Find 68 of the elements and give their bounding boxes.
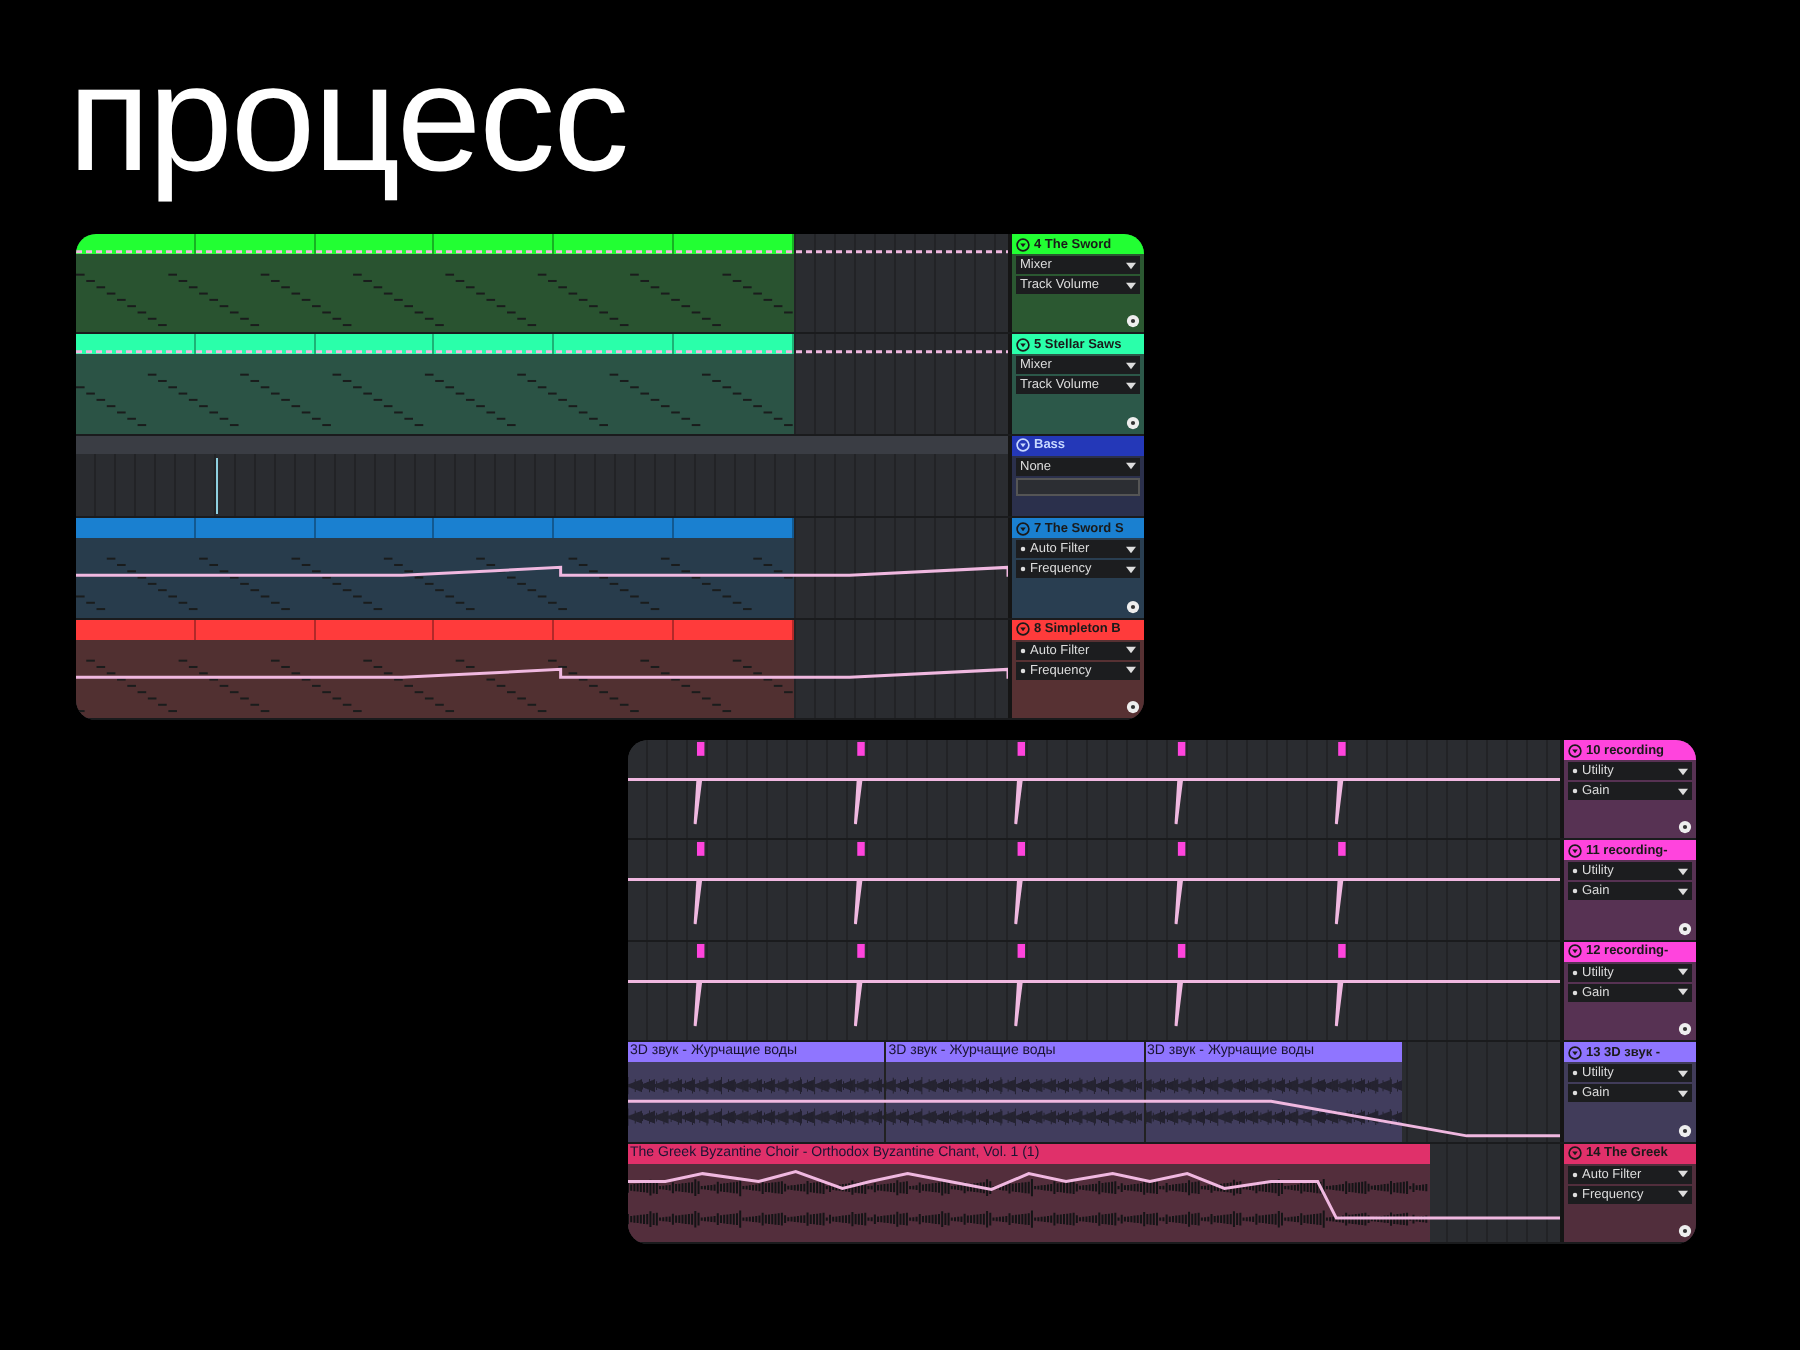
caret-icon <box>1126 462 1136 471</box>
caret-icon <box>1678 1170 1688 1179</box>
caret-icon <box>1678 988 1688 997</box>
clip-bar[interactable] <box>673 518 794 539</box>
clip-bar[interactable] <box>434 518 555 539</box>
expand-icon[interactable] <box>1126 314 1140 329</box>
expand-icon[interactable] <box>1678 820 1692 835</box>
automation-line[interactable] <box>628 778 1560 826</box>
on-indicator-icon <box>1572 989 1578 996</box>
caret-icon <box>1126 545 1136 554</box>
automation-line[interactable] <box>76 250 1008 254</box>
slide-title: процесс <box>66 32 630 208</box>
on-indicator-icon <box>1572 888 1578 895</box>
on-indicator-icon <box>1572 1171 1578 1178</box>
expand-icon[interactable] <box>1678 1123 1692 1138</box>
on-indicator-icon <box>1020 546 1026 553</box>
caret-icon <box>1678 787 1688 795</box>
clip-bar[interactable] <box>76 619 196 640</box>
expand-icon[interactable] <box>1126 699 1140 714</box>
caret-icon <box>1126 381 1136 390</box>
collapse-icon[interactable] <box>1568 843 1582 858</box>
automation-line[interactable] <box>628 878 1560 927</box>
automation-line[interactable] <box>76 351 1008 355</box>
on-indicator-icon <box>1572 969 1578 976</box>
parameter-field[interactable] <box>1016 477 1140 496</box>
caret-icon <box>1126 261 1136 269</box>
expand-icon[interactable] <box>1678 1224 1692 1239</box>
on-indicator-icon <box>1020 667 1026 674</box>
on-indicator-icon <box>1020 566 1026 573</box>
clip-bar[interactable] <box>554 518 674 539</box>
expand-icon[interactable] <box>1126 415 1140 430</box>
caret-icon <box>1678 867 1688 876</box>
on-indicator-icon <box>1572 868 1578 875</box>
collapse-icon[interactable] <box>1016 337 1030 352</box>
collapse-icon[interactable] <box>1568 944 1582 959</box>
expand-icon[interactable] <box>1678 921 1692 936</box>
on-indicator-icon <box>1572 1191 1578 1198</box>
clip-bar[interactable] <box>315 518 435 539</box>
expand-icon[interactable] <box>1678 1022 1692 1037</box>
clip-bar[interactable] <box>434 619 555 640</box>
caret-icon <box>1678 968 1688 977</box>
clip-bar[interactable] <box>76 518 196 539</box>
clip-bar[interactable] <box>554 619 674 640</box>
caret-icon <box>1678 887 1688 896</box>
clip-bar[interactable] <box>195 518 316 539</box>
automation-line[interactable] <box>628 979 1560 1028</box>
on-indicator-icon <box>1572 768 1578 774</box>
caret-icon <box>1678 1069 1688 1078</box>
on-indicator-icon <box>1572 1090 1578 1097</box>
caret-icon <box>1126 565 1136 574</box>
automation-line[interactable] <box>76 566 1008 578</box>
caret-icon <box>1678 1089 1688 1098</box>
caret-icon <box>1126 666 1136 675</box>
caret-icon <box>1678 1190 1688 1199</box>
expand-icon[interactable] <box>1126 599 1140 614</box>
on-indicator-icon <box>1572 788 1578 794</box>
automation-line[interactable] <box>628 1169 1560 1219</box>
caret-icon <box>1126 646 1136 655</box>
playhead-marker <box>216 457 218 514</box>
automation-line[interactable] <box>628 1100 1560 1138</box>
automation-line[interactable] <box>76 667 1008 678</box>
caret-icon <box>1126 281 1136 289</box>
collapse-icon[interactable] <box>1016 237 1030 251</box>
on-indicator-icon <box>1020 647 1026 654</box>
caret-icon <box>1678 767 1688 775</box>
on-indicator-icon <box>1572 1070 1578 1077</box>
caret-icon <box>1126 361 1136 370</box>
collapse-icon[interactable] <box>1568 743 1582 757</box>
